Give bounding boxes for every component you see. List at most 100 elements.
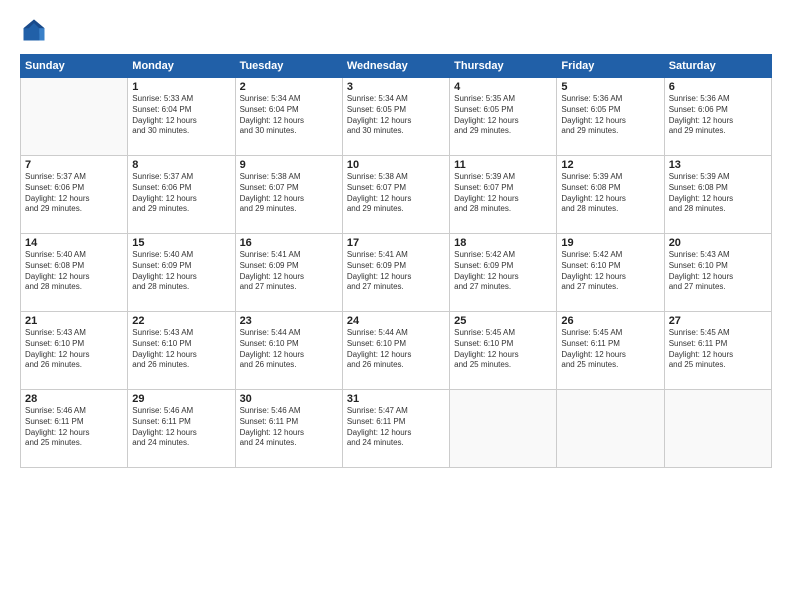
day-number: 4 [454, 81, 552, 93]
day-info: Sunrise: 5:40 AM Sunset: 6:09 PM Dayligh… [132, 250, 230, 293]
day-number: 31 [347, 393, 445, 405]
day-cell: 28Sunrise: 5:46 AM Sunset: 6:11 PM Dayli… [21, 390, 128, 468]
week-row-1: 7Sunrise: 5:37 AM Sunset: 6:06 PM Daylig… [21, 156, 772, 234]
day-number: 30 [240, 393, 338, 405]
day-info: Sunrise: 5:39 AM Sunset: 6:08 PM Dayligh… [669, 172, 767, 215]
day-info: Sunrise: 5:46 AM Sunset: 6:11 PM Dayligh… [132, 406, 230, 449]
day-cell: 2Sunrise: 5:34 AM Sunset: 6:04 PM Daylig… [235, 78, 342, 156]
day-info: Sunrise: 5:45 AM Sunset: 6:11 PM Dayligh… [561, 328, 659, 371]
day-cell: 25Sunrise: 5:45 AM Sunset: 6:10 PM Dayli… [450, 312, 557, 390]
day-cell: 11Sunrise: 5:39 AM Sunset: 6:07 PM Dayli… [450, 156, 557, 234]
day-number: 28 [25, 393, 123, 405]
day-cell: 6Sunrise: 5:36 AM Sunset: 6:06 PM Daylig… [664, 78, 771, 156]
day-number: 13 [669, 159, 767, 171]
day-number: 1 [132, 81, 230, 93]
day-number: 12 [561, 159, 659, 171]
day-info: Sunrise: 5:42 AM Sunset: 6:09 PM Dayligh… [454, 250, 552, 293]
day-info: Sunrise: 5:41 AM Sunset: 6:09 PM Dayligh… [240, 250, 338, 293]
page: SundayMondayTuesdayWednesdayThursdayFrid… [0, 0, 792, 612]
calendar-table: SundayMondayTuesdayWednesdayThursdayFrid… [20, 54, 772, 468]
day-cell [664, 390, 771, 468]
day-number: 21 [25, 315, 123, 327]
day-info: Sunrise: 5:47 AM Sunset: 6:11 PM Dayligh… [347, 406, 445, 449]
day-cell: 24Sunrise: 5:44 AM Sunset: 6:10 PM Dayli… [342, 312, 449, 390]
logo-icon [20, 16, 48, 44]
day-cell: 16Sunrise: 5:41 AM Sunset: 6:09 PM Dayli… [235, 234, 342, 312]
week-row-3: 21Sunrise: 5:43 AM Sunset: 6:10 PM Dayli… [21, 312, 772, 390]
header-cell-monday: Monday [128, 55, 235, 78]
day-info: Sunrise: 5:44 AM Sunset: 6:10 PM Dayligh… [240, 328, 338, 371]
day-cell: 17Sunrise: 5:41 AM Sunset: 6:09 PM Dayli… [342, 234, 449, 312]
day-cell: 30Sunrise: 5:46 AM Sunset: 6:11 PM Dayli… [235, 390, 342, 468]
day-info: Sunrise: 5:44 AM Sunset: 6:10 PM Dayligh… [347, 328, 445, 371]
day-number: 5 [561, 81, 659, 93]
header-cell-wednesday: Wednesday [342, 55, 449, 78]
day-cell: 19Sunrise: 5:42 AM Sunset: 6:10 PM Dayli… [557, 234, 664, 312]
day-number: 10 [347, 159, 445, 171]
week-row-4: 28Sunrise: 5:46 AM Sunset: 6:11 PM Dayli… [21, 390, 772, 468]
day-info: Sunrise: 5:34 AM Sunset: 6:04 PM Dayligh… [240, 94, 338, 137]
header-cell-saturday: Saturday [664, 55, 771, 78]
day-number: 18 [454, 237, 552, 249]
day-cell: 5Sunrise: 5:36 AM Sunset: 6:05 PM Daylig… [557, 78, 664, 156]
day-number: 15 [132, 237, 230, 249]
day-cell: 18Sunrise: 5:42 AM Sunset: 6:09 PM Dayli… [450, 234, 557, 312]
day-number: 25 [454, 315, 552, 327]
day-info: Sunrise: 5:36 AM Sunset: 6:05 PM Dayligh… [561, 94, 659, 137]
day-cell: 27Sunrise: 5:45 AM Sunset: 6:11 PM Dayli… [664, 312, 771, 390]
day-number: 11 [454, 159, 552, 171]
day-number: 23 [240, 315, 338, 327]
day-number: 19 [561, 237, 659, 249]
day-number: 2 [240, 81, 338, 93]
header-cell-sunday: Sunday [21, 55, 128, 78]
day-cell: 10Sunrise: 5:38 AM Sunset: 6:07 PM Dayli… [342, 156, 449, 234]
day-cell: 22Sunrise: 5:43 AM Sunset: 6:10 PM Dayli… [128, 312, 235, 390]
logo [20, 16, 52, 44]
calendar-body: 1Sunrise: 5:33 AM Sunset: 6:04 PM Daylig… [21, 78, 772, 468]
day-number: 16 [240, 237, 338, 249]
day-number: 8 [132, 159, 230, 171]
day-cell [557, 390, 664, 468]
header-cell-friday: Friday [557, 55, 664, 78]
day-info: Sunrise: 5:37 AM Sunset: 6:06 PM Dayligh… [25, 172, 123, 215]
day-cell: 13Sunrise: 5:39 AM Sunset: 6:08 PM Dayli… [664, 156, 771, 234]
day-number: 27 [669, 315, 767, 327]
day-cell: 7Sunrise: 5:37 AM Sunset: 6:06 PM Daylig… [21, 156, 128, 234]
calendar-header: SundayMondayTuesdayWednesdayThursdayFrid… [21, 55, 772, 78]
day-info: Sunrise: 5:35 AM Sunset: 6:05 PM Dayligh… [454, 94, 552, 137]
day-info: Sunrise: 5:43 AM Sunset: 6:10 PM Dayligh… [669, 250, 767, 293]
day-cell: 1Sunrise: 5:33 AM Sunset: 6:04 PM Daylig… [128, 78, 235, 156]
day-cell: 15Sunrise: 5:40 AM Sunset: 6:09 PM Dayli… [128, 234, 235, 312]
day-cell: 12Sunrise: 5:39 AM Sunset: 6:08 PM Dayli… [557, 156, 664, 234]
day-info: Sunrise: 5:42 AM Sunset: 6:10 PM Dayligh… [561, 250, 659, 293]
day-cell: 3Sunrise: 5:34 AM Sunset: 6:05 PM Daylig… [342, 78, 449, 156]
day-cell: 21Sunrise: 5:43 AM Sunset: 6:10 PM Dayli… [21, 312, 128, 390]
day-info: Sunrise: 5:40 AM Sunset: 6:08 PM Dayligh… [25, 250, 123, 293]
header-row: SundayMondayTuesdayWednesdayThursdayFrid… [21, 55, 772, 78]
day-cell [450, 390, 557, 468]
day-info: Sunrise: 5:39 AM Sunset: 6:08 PM Dayligh… [561, 172, 659, 215]
day-number: 7 [25, 159, 123, 171]
day-number: 29 [132, 393, 230, 405]
day-number: 17 [347, 237, 445, 249]
day-number: 24 [347, 315, 445, 327]
day-info: Sunrise: 5:33 AM Sunset: 6:04 PM Dayligh… [132, 94, 230, 137]
day-number: 6 [669, 81, 767, 93]
day-info: Sunrise: 5:46 AM Sunset: 6:11 PM Dayligh… [240, 406, 338, 449]
day-cell: 29Sunrise: 5:46 AM Sunset: 6:11 PM Dayli… [128, 390, 235, 468]
day-info: Sunrise: 5:38 AM Sunset: 6:07 PM Dayligh… [347, 172, 445, 215]
day-info: Sunrise: 5:38 AM Sunset: 6:07 PM Dayligh… [240, 172, 338, 215]
day-info: Sunrise: 5:46 AM Sunset: 6:11 PM Dayligh… [25, 406, 123, 449]
day-cell: 20Sunrise: 5:43 AM Sunset: 6:10 PM Dayli… [664, 234, 771, 312]
day-info: Sunrise: 5:43 AM Sunset: 6:10 PM Dayligh… [25, 328, 123, 371]
day-cell: 23Sunrise: 5:44 AM Sunset: 6:10 PM Dayli… [235, 312, 342, 390]
day-cell: 4Sunrise: 5:35 AM Sunset: 6:05 PM Daylig… [450, 78, 557, 156]
day-number: 9 [240, 159, 338, 171]
day-info: Sunrise: 5:34 AM Sunset: 6:05 PM Dayligh… [347, 94, 445, 137]
day-number: 3 [347, 81, 445, 93]
header [20, 16, 772, 44]
day-cell: 31Sunrise: 5:47 AM Sunset: 6:11 PM Dayli… [342, 390, 449, 468]
day-info: Sunrise: 5:45 AM Sunset: 6:10 PM Dayligh… [454, 328, 552, 371]
day-cell: 14Sunrise: 5:40 AM Sunset: 6:08 PM Dayli… [21, 234, 128, 312]
day-info: Sunrise: 5:37 AM Sunset: 6:06 PM Dayligh… [132, 172, 230, 215]
